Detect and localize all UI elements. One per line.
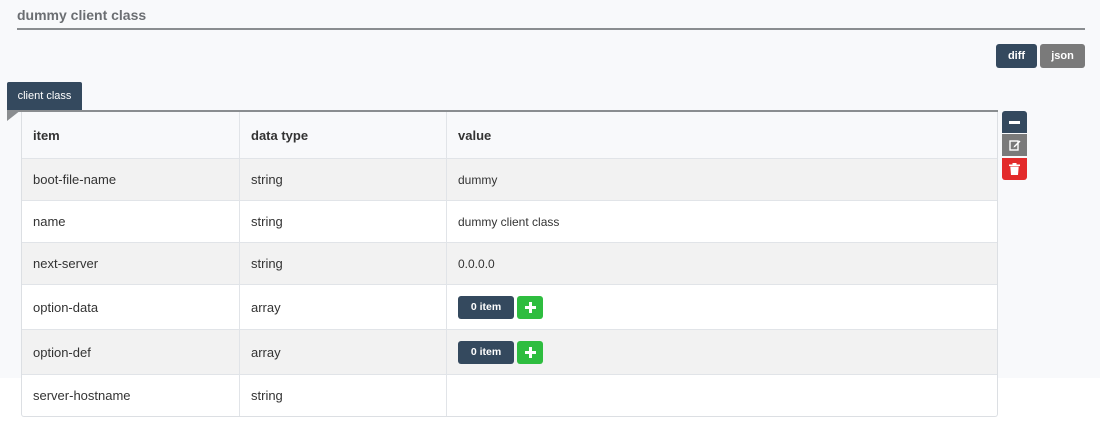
- table-row: option-data array 0 item: [22, 284, 997, 329]
- type-cell: string: [240, 243, 447, 284]
- edit-icon: [1008, 140, 1020, 151]
- panel-corner: [7, 110, 21, 121]
- type-cell: string: [240, 201, 447, 242]
- item-cell: next-server: [22, 243, 240, 284]
- column-header-data-type: data type: [240, 112, 447, 158]
- table-header-row: item data type value: [22, 112, 997, 158]
- plus-icon: [524, 346, 536, 358]
- value-cell[interactable]: 0.0.0.0: [447, 243, 997, 284]
- column-header-value: value: [458, 127, 492, 143]
- tab-client-class[interactable]: client class: [7, 82, 82, 110]
- client-class-table: item data type value boot-file-name stri…: [21, 112, 998, 417]
- item-cell: server-hostname: [22, 375, 240, 416]
- item-cell: option-data: [22, 285, 240, 329]
- table-row: next-server string 0.0.0.0: [22, 242, 997, 284]
- value-cell: 0 item: [447, 285, 997, 329]
- value-cell[interactable]: dummy: [447, 159, 997, 200]
- value-cell[interactable]: dummy client class: [447, 201, 997, 242]
- minus-icon: [1009, 120, 1020, 124]
- option-data-count-button[interactable]: 0 item: [458, 295, 514, 319]
- item-cell: name: [22, 201, 240, 242]
- value-cell: 0 item: [447, 330, 997, 374]
- add-option-def-button[interactable]: [517, 340, 543, 364]
- item-cell: boot-file-name: [22, 159, 240, 200]
- table-row: server-hostname string: [22, 374, 997, 416]
- item-cell: option-def: [22, 330, 240, 374]
- add-option-data-button[interactable]: [517, 295, 543, 319]
- type-cell: array: [240, 285, 447, 329]
- plus-icon: [524, 301, 536, 313]
- title-divider: [17, 28, 1085, 30]
- column-header-item: item: [22, 112, 240, 158]
- type-cell: string: [240, 375, 447, 416]
- page-title: dummy client class: [17, 7, 147, 23]
- option-def-count-button[interactable]: 0 item: [458, 340, 514, 364]
- delete-button[interactable]: [1002, 158, 1027, 180]
- json-button[interactable]: json: [1040, 44, 1085, 68]
- collapse-button[interactable]: [1002, 111, 1027, 133]
- table-row: boot-file-name string dummy: [22, 158, 997, 200]
- table-row: name string dummy client class: [22, 200, 997, 242]
- type-cell: string: [240, 159, 447, 200]
- type-cell: array: [240, 330, 447, 374]
- value-cell[interactable]: [447, 375, 997, 416]
- trash-icon: [1009, 163, 1020, 175]
- edit-button[interactable]: [1002, 134, 1027, 156]
- table-row: option-def array 0 item: [22, 329, 997, 374]
- diff-button[interactable]: diff: [996, 44, 1037, 68]
